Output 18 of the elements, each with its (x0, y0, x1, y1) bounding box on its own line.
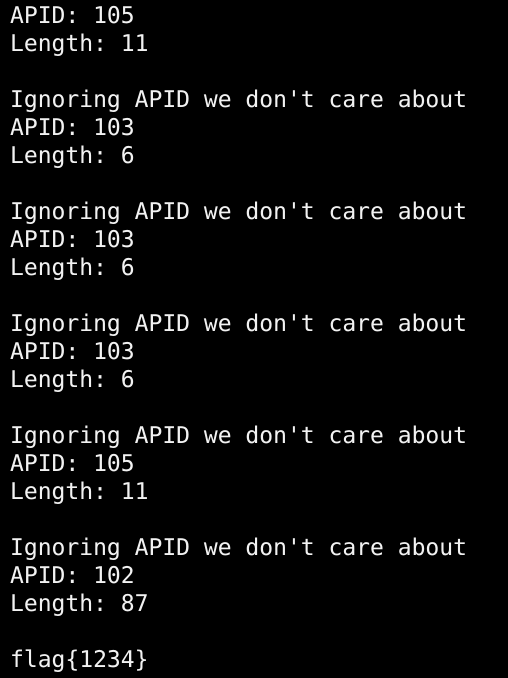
terminal-line: APID: 103 (10, 338, 135, 366)
terminal-line: APID: 105 (10, 2, 135, 30)
terminal-line: Ignoring APID we don't care about (10, 534, 467, 562)
terminal-line: Length: 87 (10, 590, 148, 618)
terminal-line: Length: 6 (10, 254, 135, 282)
terminal-line: Ignoring APID we don't care about (10, 422, 467, 450)
terminal-line: Length: 11 (10, 478, 148, 506)
terminal-line: APID: 103 (10, 114, 135, 142)
terminal-line: Ignoring APID we don't care about (10, 310, 467, 338)
terminal-line: APID: 103 (10, 226, 135, 254)
terminal-line: APID: 105 (10, 450, 135, 478)
terminal-line: flag{1234} (10, 646, 148, 674)
terminal-line: Ignoring APID we don't care about (10, 86, 467, 114)
terminal-line: Length: 6 (10, 366, 135, 394)
terminal-line: Length: 11 (10, 30, 148, 58)
terminal-line: Length: 6 (10, 142, 135, 170)
terminal-line: Ignoring APID we don't care about (10, 198, 467, 226)
terminal-line: APID: 102 (10, 562, 135, 590)
